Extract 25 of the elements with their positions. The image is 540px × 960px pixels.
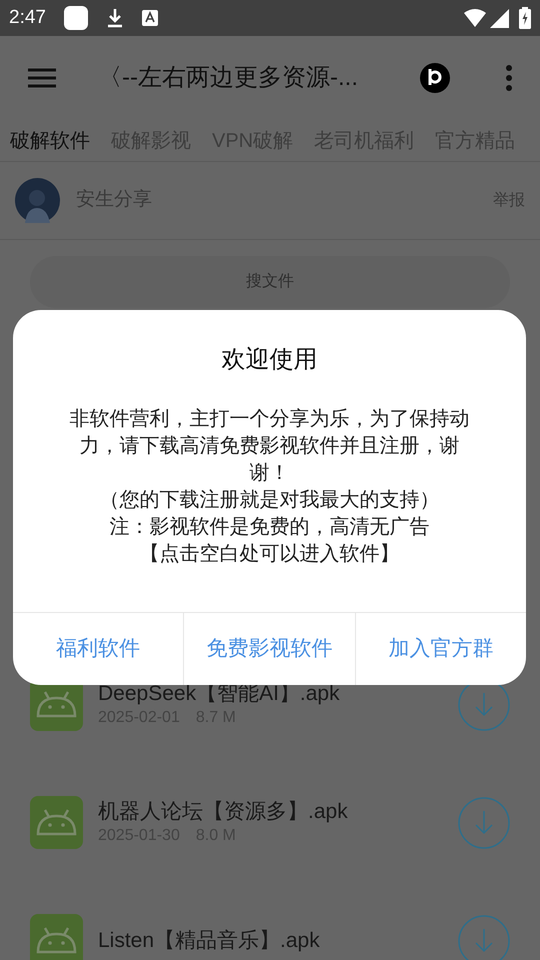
- more-options-icon[interactable]: [506, 65, 512, 91]
- app-notification-icon: [64, 6, 88, 30]
- dialog-button[interactable]: 加入官方群: [354, 613, 526, 685]
- dialog-message: 【点击空白处可以进入软件】: [140, 542, 400, 567]
- status-time: 2:47: [9, 6, 46, 30]
- file-name[interactable]: 机器人论坛【资源多】.apk: [98, 798, 458, 824]
- play-logo-icon[interactable]: [420, 63, 450, 93]
- dialog-button[interactable]: 福利软件: [13, 613, 184, 685]
- dialog-message: 非软件营利，主打一个分享为乐，为了保持动力，请下载高清免费影视软件并且注册，谢谢！: [69, 407, 470, 486]
- android-app-icon: [30, 914, 83, 960]
- wifi-icon: [464, 9, 486, 27]
- dialog-message: （您的下载注册就是对我最大的支持）: [100, 488, 440, 513]
- signal-icon: [490, 8, 509, 28]
- dialog-button[interactable]: 免费影视软件: [183, 613, 355, 685]
- avatar: [15, 178, 60, 223]
- menu-icon[interactable]: [28, 68, 56, 88]
- download-icon: [106, 8, 124, 28]
- keyboard-icon: [142, 10, 158, 26]
- file-name[interactable]: Listen【精品音乐】.apk: [98, 928, 458, 954]
- battery-icon: [519, 7, 531, 29]
- app-bar-title: 〈--左右两边更多资源-...: [98, 63, 358, 93]
- dialog-title: 欢迎使用: [222, 345, 318, 375]
- dialog-message: 注：影视软件是免费的，高清无广告: [110, 515, 430, 540]
- category-tab[interactable]: 破解软件: [10, 126, 90, 156]
- android-app-icon: [30, 796, 83, 849]
